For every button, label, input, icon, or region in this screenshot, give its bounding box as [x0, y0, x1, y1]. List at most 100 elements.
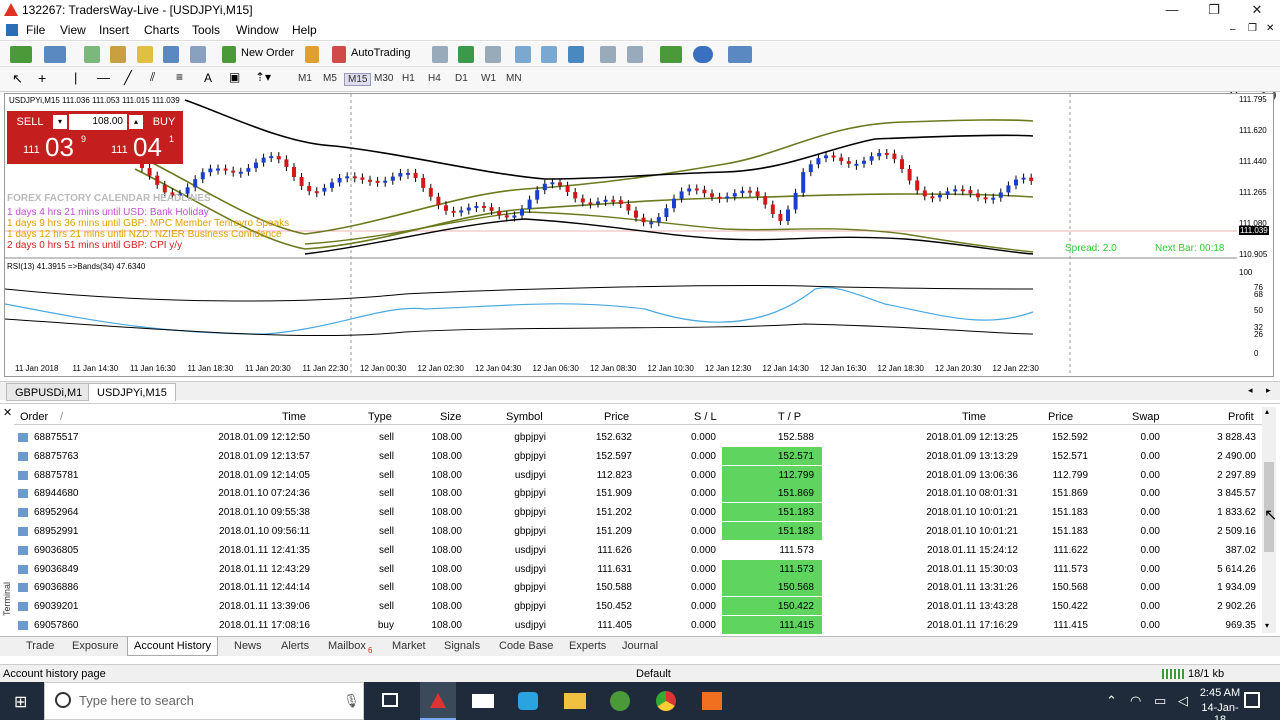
tab-account-history[interactable]: Account History [127, 637, 219, 656]
table-row[interactable]: 111.573 69036805 2018.01.11 12:41:35 sell 10… [14, 541, 1262, 560]
tab-mailbox[interactable]: Mailbox [322, 637, 372, 656]
menu-view[interactable]: View [60, 23, 86, 37]
buy-price-display[interactable]: 111 04 1 [99, 132, 181, 162]
table-row[interactable]: 151.183 68952991 2018.01.10 09:56:11 sell 10… [14, 522, 1262, 541]
terminal-close-icon[interactable]: ✕ [3, 406, 12, 419]
tf-m30[interactable]: M30 [374, 73, 393, 84]
templates-icon[interactable] [728, 46, 752, 63]
battery-icon[interactable]: ▭ [1154, 693, 1166, 709]
menu-window[interactable]: Window [236, 23, 279, 37]
data-window-icon[interactable] [110, 46, 126, 63]
file-explorer-icon[interactable] [564, 693, 586, 709]
table-row[interactable]: 150.422 69039201 2018.01.11 13:39:06 sell 10… [14, 597, 1262, 616]
col-type[interactable]: Type [368, 411, 392, 423]
col-profit[interactable]: Profit [1228, 411, 1254, 423]
cursor-icon[interactable]: ↖ [12, 71, 23, 87]
microphone-icon[interactable]: 🎙 [343, 693, 360, 709]
globe-app-icon[interactable] [610, 691, 630, 711]
col-swap[interactable]: Swap [1132, 411, 1160, 423]
buy-button[interactable]: BUY [147, 114, 181, 130]
arrows-icon[interactable]: ⇡▾ [255, 70, 271, 84]
tf-m5[interactable]: M5 [323, 73, 337, 84]
tab-gbpusd-m1[interactable]: GBPUSDi,M1 [6, 383, 92, 401]
lot-size-input[interactable]: 108.00 [69, 114, 127, 130]
tab-exposure[interactable]: Exposure [66, 637, 124, 656]
mail-icon[interactable] [472, 694, 494, 708]
tf-m1[interactable]: M1 [298, 73, 312, 84]
col-tp[interactable]: T / P [778, 411, 801, 423]
chart-window[interactable]: USDJPYi,M15 111.036 111.053 111.015 111.… [4, 93, 1274, 377]
terminal-icon[interactable] [163, 46, 179, 63]
scroll-down-icon[interactable]: ▾ [1265, 621, 1269, 630]
tab-trade[interactable]: Trade [20, 637, 60, 656]
minimize-button[interactable]: — [1152, 1, 1192, 19]
autotrading-icon[interactable] [332, 46, 346, 63]
chrome-icon[interactable] [656, 691, 676, 711]
tray-chevron-icon[interactable]: ⌃ [1106, 693, 1117, 709]
zoom-in-icon[interactable] [515, 46, 531, 63]
channel-icon[interactable]: ⫽ [150, 70, 155, 85]
fibonacci-icon[interactable]: ≡ [176, 70, 183, 84]
zoom-out-icon[interactable] [541, 46, 557, 63]
menu-insert[interactable]: Insert [99, 23, 129, 37]
text-label-icon[interactable]: ▣ [229, 70, 240, 84]
menu-tools[interactable]: Tools [192, 23, 220, 37]
mdi-restore-icon[interactable]: ❐ [1248, 23, 1257, 34]
sell-button[interactable]: SELL [11, 114, 49, 130]
col-sl[interactable]: S / L [694, 411, 717, 423]
text-icon[interactable]: A [204, 71, 212, 85]
indicators-icon[interactable] [660, 46, 682, 63]
scroll-up-icon[interactable]: ▴ [1265, 407, 1269, 416]
tab-usdjpy-m15[interactable]: USDJPYi,M15 [88, 383, 176, 401]
task-view-icon[interactable] [382, 693, 398, 707]
table-row[interactable]: 152.588 68875517 2018.01.09 12:12:50 sell 10… [14, 428, 1262, 447]
table-row[interactable]: 111.415 69057860 2018.01.11 17:08:16 buy 108… [14, 616, 1262, 635]
menu-file[interactable]: File [26, 23, 45, 37]
new-chart-icon[interactable] [10, 46, 32, 63]
new-order-icon[interactable] [222, 46, 236, 63]
sell-price-display[interactable]: 111 03 9 [11, 132, 93, 162]
autoscroll-icon[interactable] [627, 46, 643, 63]
tf-d1[interactable]: D1 [455, 73, 468, 84]
notifications-icon[interactable] [1244, 692, 1260, 708]
windows-start-icon[interactable]: ⊞ [14, 692, 27, 712]
table-row[interactable]: 111.573 69036849 2018.01.11 12:43:29 sell 10… [14, 559, 1262, 579]
taskbar-search[interactable]: Type here to search 🎙 [44, 682, 364, 720]
close-button[interactable]: ✕ [1237, 1, 1277, 19]
tab-news[interactable]: News [228, 637, 268, 656]
lot-down-icon[interactable]: ▾ [53, 115, 67, 129]
tabs-right-icon[interactable]: ▸ [1266, 385, 1271, 396]
teamviewer-icon[interactable] [518, 692, 538, 710]
tab-experts[interactable]: Experts [563, 637, 612, 656]
clock-time[interactable]: 2:45 AM [1198, 687, 1242, 699]
col-close-price[interactable]: Price [1048, 411, 1073, 423]
tabs-left-icon[interactable]: ◂ [1248, 385, 1253, 396]
tab-code-base[interactable]: Code Base [493, 637, 559, 656]
chart-shift-icon[interactable] [600, 46, 616, 63]
new-order-button[interactable]: New Order [241, 47, 294, 59]
menu-charts[interactable]: Charts [144, 23, 179, 37]
crosshair-icon[interactable]: + [38, 70, 46, 86]
lot-up-icon[interactable]: ▴ [129, 115, 143, 129]
col-symbol[interactable]: Symbol [506, 411, 543, 423]
menu-help[interactable]: Help [292, 23, 317, 37]
vertical-line-icon[interactable]: | [74, 70, 77, 85]
tab-market[interactable]: Market [386, 637, 432, 656]
horizontal-line-icon[interactable]: — [97, 70, 110, 85]
recorder-app-icon[interactable] [702, 692, 722, 710]
candlestick-icon[interactable] [458, 46, 474, 63]
profiles-icon[interactable] [44, 46, 66, 63]
tile-windows-icon[interactable] [568, 46, 584, 63]
col-price[interactable]: Price [604, 411, 629, 423]
strategy-tester-icon[interactable] [190, 46, 206, 63]
periods-icon[interactable] [693, 46, 713, 63]
market-watch-icon[interactable] [84, 46, 100, 63]
line-chart-icon[interactable] [485, 46, 501, 63]
tf-h1[interactable]: H1 [402, 73, 415, 84]
col-close-time[interactable]: Time [962, 411, 986, 423]
tf-w1[interactable]: W1 [481, 73, 496, 84]
profile-name[interactable]: Default [636, 668, 671, 680]
navigator-icon[interactable] [137, 46, 153, 63]
tf-mn[interactable]: MN [506, 73, 522, 84]
col-order[interactable]: Order [20, 411, 48, 423]
